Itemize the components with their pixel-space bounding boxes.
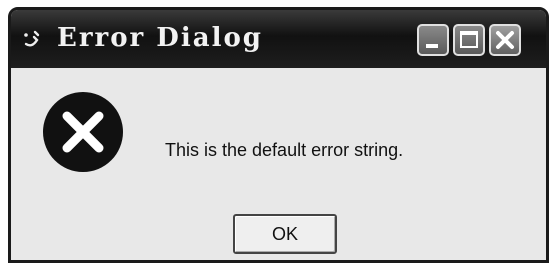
error-dialog-window: Error Dialog This is the default error s… bbox=[8, 7, 549, 263]
minimize-icon bbox=[426, 44, 438, 48]
close-icon bbox=[496, 31, 514, 49]
close-button[interactable] bbox=[489, 24, 521, 56]
maximize-icon bbox=[460, 31, 478, 48]
app-icon bbox=[21, 28, 43, 50]
window-title: Error Dialog bbox=[57, 23, 263, 53]
dialog-body: This is the default error string. OK bbox=[11, 68, 546, 260]
error-message: This is the default error string. bbox=[165, 140, 404, 160]
minimize-button[interactable] bbox=[417, 24, 449, 56]
maximize-button[interactable] bbox=[453, 24, 485, 56]
ok-button[interactable]: OK bbox=[233, 214, 337, 254]
title-bar[interactable]: Error Dialog bbox=[11, 10, 546, 68]
error-icon bbox=[41, 90, 125, 174]
